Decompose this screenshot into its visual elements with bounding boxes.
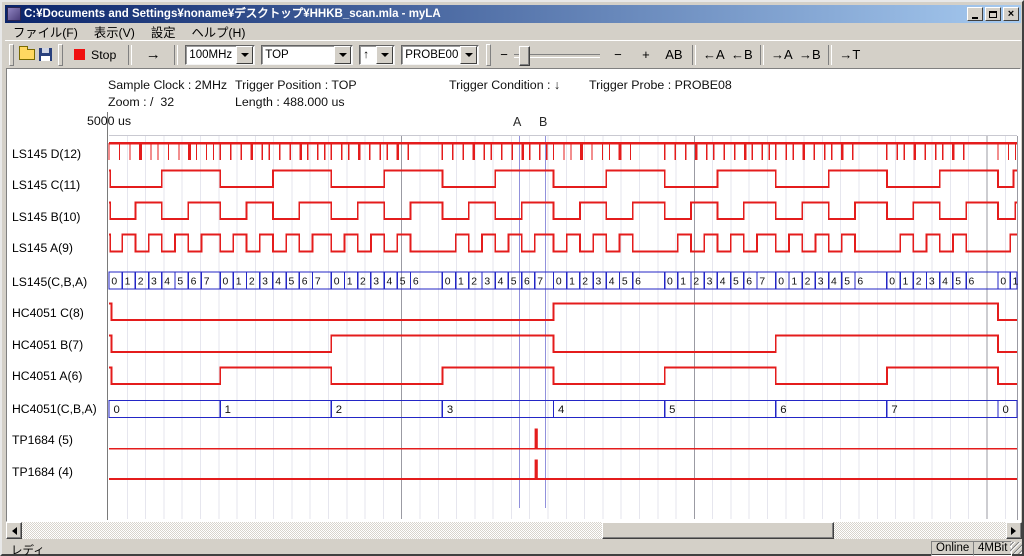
channel-label-hc4051-a: HC4051 A(6): [12, 368, 106, 384]
trigger-probe-value: PROBE00: [402, 49, 460, 61]
move-cursor-b-button[interactable]: →B: [798, 44, 822, 66]
chevron-down-icon[interactable]: [236, 46, 253, 64]
menu-item-file[interactable]: ファイル(F): [5, 22, 86, 42]
close-icon: ×: [1008, 9, 1014, 19]
toolbar-separator: [692, 45, 696, 65]
channel-label-tp1684-4: TP1684 (4): [12, 464, 106, 480]
window-title: C:¥Documents and Settings¥noname¥デスクトップ¥…: [24, 5, 967, 23]
stop-label: Stop: [91, 48, 116, 62]
ab-cursors-button[interactable]: AB: [662, 44, 686, 66]
info-trigger-probe: Trigger Probe : PROBE08: [589, 78, 732, 92]
goto-trigger-button[interactable]: →T: [838, 44, 862, 66]
zoom-in-button[interactable]: +: [634, 44, 658, 66]
toolbar-separator: [760, 45, 764, 65]
channel-label-ls145-c: LS145 C(11): [12, 177, 106, 193]
status-online-badge: Online: [931, 541, 974, 556]
goto-cursor-a-button[interactable]: ←A: [702, 44, 726, 66]
menu-item-settings[interactable]: 設定: [143, 22, 184, 42]
channel-label-ls145-a: LS145 A(9): [12, 240, 106, 256]
status-message: レディ: [11, 542, 45, 556]
zoom-out-button[interactable]: −: [606, 44, 630, 66]
menu-item-view[interactable]: 表示(V): [86, 22, 143, 42]
open-folder-icon: [19, 49, 35, 60]
info-trigger-position: Trigger Position : TOP: [235, 78, 357, 92]
toolbar-separator: [128, 45, 132, 65]
chevron-down-icon[interactable]: [334, 46, 351, 64]
trigger-edge-value: ↑: [360, 49, 376, 61]
window-controls: ×: [967, 7, 1019, 21]
scroll-left-button[interactable]: [6, 522, 22, 539]
scroll-right-button[interactable]: [1006, 522, 1022, 539]
info-length: Length : 488.000 us: [235, 95, 345, 109]
maximize-button[interactable]: [985, 7, 1001, 21]
toolbar-separator: [828, 45, 832, 65]
cursor-b-label[interactable]: B: [539, 115, 547, 129]
maximize-icon: [989, 11, 997, 18]
sample-clock-select[interactable]: 100MHz: [185, 45, 255, 65]
slider-minus-label: −: [500, 47, 508, 62]
channel-label-hc4051-c: HC4051 C(8): [12, 305, 106, 321]
arrow-left-icon: [8, 527, 17, 535]
toolbar: Stop → 100MHz TOP ↑ PROBE00 − − + AB: [5, 40, 1021, 68]
application-window: C:¥Documents and Settings¥noname¥デスクトップ¥…: [0, 0, 1024, 556]
move-cursor-a-button[interactable]: →A: [770, 44, 794, 66]
zoom-slider-thumb[interactable]: [519, 46, 530, 66]
run-button[interactable]: →: [138, 44, 168, 66]
chevron-down-icon[interactable]: [460, 46, 477, 64]
scrollbar-thumb[interactable]: [602, 522, 834, 539]
goto-cursor-b-button[interactable]: ←B: [730, 44, 754, 66]
trigger-position-value: TOP: [262, 49, 334, 61]
stop-button[interactable]: Stop: [68, 44, 122, 66]
info-zoom: Zoom : / 32: [108, 95, 174, 109]
status-memory-badge: 4MBit: [973, 541, 1012, 556]
menu-bar: ファイル(F)表示(V)設定ヘルプ(H): [5, 23, 1021, 40]
sample-clock-value: 100MHz: [186, 49, 236, 61]
minimize-icon: [972, 17, 978, 19]
arrow-right-icon: [1011, 527, 1020, 535]
toolbar-grip[interactable]: [486, 44, 491, 66]
chevron-down-icon[interactable]: [376, 46, 393, 64]
resize-grip-icon[interactable]: [1010, 542, 1022, 554]
channel-label-hc4051-b: HC4051 B(7): [12, 337, 106, 353]
channel-label-ls145-bus: LS145(C,B,A): [12, 274, 106, 290]
info-trigger-condition: Trigger Condition : ↓: [449, 78, 560, 92]
save-floppy-icon: [39, 48, 52, 61]
stop-icon: [74, 49, 85, 60]
run-arrow-icon: →: [146, 46, 161, 63]
trigger-position-select[interactable]: TOP: [261, 45, 353, 65]
trigger-edge-select[interactable]: ↑: [359, 45, 395, 65]
zoom-slider[interactable]: [514, 45, 600, 65]
channel-label-ls145-d: LS145 D(12): [12, 146, 106, 162]
menu-item-help[interactable]: ヘルプ(H): [184, 22, 254, 42]
channel-label-tp1684-5: TP1684 (5): [12, 432, 106, 448]
toolbar-separator: [174, 45, 178, 65]
open-file-button[interactable]: [19, 44, 35, 66]
minimize-button[interactable]: [967, 7, 983, 21]
channel-label-hc4051-bus: HC4051(C,B,A): [12, 401, 106, 417]
app-icon: [7, 7, 21, 21]
toolbar-grip[interactable]: [58, 44, 63, 66]
save-file-button[interactable]: [39, 44, 52, 66]
horizontal-scrollbar[interactable]: [6, 522, 1022, 539]
info-sample-clock: Sample Clock : 2MHz: [108, 78, 227, 92]
close-button[interactable]: ×: [1003, 7, 1019, 21]
trigger-probe-select[interactable]: PROBE00: [401, 45, 479, 65]
ruler-scale-label: 5000 us: [87, 114, 131, 128]
channel-label-ls145-b: LS145 B(10): [12, 209, 106, 225]
waveform-canvas: [6, 68, 1021, 522]
status-bar: レディ Online 4MBit: [5, 541, 1023, 556]
title-bar: C:¥Documents and Settings¥noname¥デスクトップ¥…: [5, 5, 1021, 23]
toolbar-grip[interactable]: [9, 44, 14, 66]
cursor-a-label[interactable]: A: [513, 115, 521, 129]
